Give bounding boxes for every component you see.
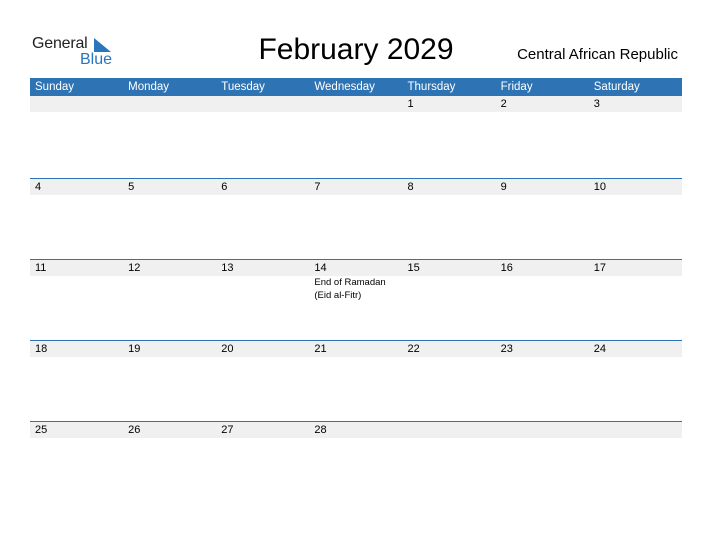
week-row: 4 5 6 7 8 9 10 — [30, 178, 682, 259]
day-number: 12 — [128, 262, 141, 274]
day-cell: 22 — [403, 341, 496, 421]
day-number: 6 — [221, 181, 228, 193]
holiday-event: End of Ramadan (Eid al-Fitr) — [314, 277, 386, 301]
day-cell: 25 — [30, 422, 123, 502]
day-cell: 6 — [216, 179, 309, 259]
day-number: 5 — [128, 181, 135, 193]
day-number: 7 — [314, 181, 321, 193]
week-row: 25 26 27 28 — [30, 421, 682, 502]
day-number: 23 — [500, 343, 513, 355]
day-cell: 8 — [403, 179, 496, 259]
calendar-grid: Sunday Monday Tuesday Wednesday Thursday Frid… — [30, 78, 682, 502]
day-cell — [403, 422, 496, 502]
day-cell: 27 — [216, 422, 309, 502]
day-cell — [30, 96, 123, 178]
day-number: 10 — [593, 181, 606, 193]
day-number: 14 — [314, 262, 327, 274]
day-cell: 18 — [30, 341, 123, 421]
weekday-tuesday: Tuesday — [221, 81, 265, 93]
week-row: 1 2 3 — [30, 96, 682, 178]
day-cell: 13 — [216, 260, 309, 340]
day-number: 13 — [221, 262, 234, 274]
day-cell: 20 — [216, 341, 309, 421]
day-cell: 5 — [123, 179, 216, 259]
day-cell: 4 — [30, 179, 123, 259]
day-number: 4 — [35, 181, 42, 193]
day-cell: 15 — [403, 260, 496, 340]
day-cell: 16 — [496, 260, 589, 340]
day-cell: 21 — [309, 341, 402, 421]
weekday-friday: Friday — [500, 81, 533, 93]
day-cell — [589, 422, 682, 502]
day-cell: 28 — [309, 422, 402, 502]
day-cell: 12 — [123, 260, 216, 340]
day-cell: 2 — [496, 96, 589, 178]
day-cell — [216, 96, 309, 178]
day-cell: 17 — [589, 260, 682, 340]
day-cell: 9 — [496, 179, 589, 259]
day-number: 20 — [221, 343, 234, 355]
day-number: 15 — [407, 262, 420, 274]
day-cell: 1 — [403, 96, 496, 178]
day-number: 22 — [407, 343, 420, 355]
day-number: 8 — [407, 181, 414, 193]
day-cell: 23 — [496, 341, 589, 421]
day-cell: 10 — [589, 179, 682, 259]
day-cell — [496, 422, 589, 502]
day-cell: 26 — [123, 422, 216, 502]
day-cell — [123, 96, 216, 178]
day-number: 25 — [35, 424, 48, 436]
day-number: 21 — [314, 343, 327, 355]
day-number: 2 — [500, 98, 507, 110]
day-number: 9 — [500, 181, 507, 193]
day-cell: 3 — [589, 96, 682, 178]
weekday-sunday: Sunday — [35, 81, 75, 93]
day-cell: 7 — [309, 179, 402, 259]
day-number: 18 — [35, 343, 48, 355]
day-number: 16 — [500, 262, 513, 274]
day-number: 24 — [593, 343, 606, 355]
week-row: 11 12 13 14 End of Ramadan (Eid al-Fitr) 15 16… — [30, 259, 682, 340]
day-number: 11 — [35, 262, 47, 274]
day-number: 27 — [221, 424, 234, 436]
weekday-monday: Monday — [128, 81, 170, 93]
weekday-thursday: Thursday — [407, 81, 456, 93]
day-number: 3 — [593, 98, 600, 110]
day-number: 17 — [593, 262, 606, 274]
weekday-saturday: Saturday — [593, 81, 640, 93]
week-row: 18 19 20 21 22 23 24 — [30, 340, 682, 421]
day-number: 19 — [128, 343, 141, 355]
day-cell — [309, 96, 402, 178]
day-number: 26 — [128, 424, 141, 436]
day-cell: 24 — [589, 341, 682, 421]
day-number: 1 — [407, 98, 414, 110]
weekday-header: Sunday Monday Tuesday Wednesday Thursday Frid… — [30, 78, 682, 96]
country-name: Central African Republic — [517, 46, 678, 63]
day-cell: 19 — [123, 341, 216, 421]
day-number: 28 — [314, 424, 327, 436]
day-cell: 14 End of Ramadan (Eid al-Fitr) — [309, 260, 402, 340]
weekday-wednesday: Wednesday — [314, 81, 375, 93]
day-cell: 11 — [30, 260, 123, 340]
